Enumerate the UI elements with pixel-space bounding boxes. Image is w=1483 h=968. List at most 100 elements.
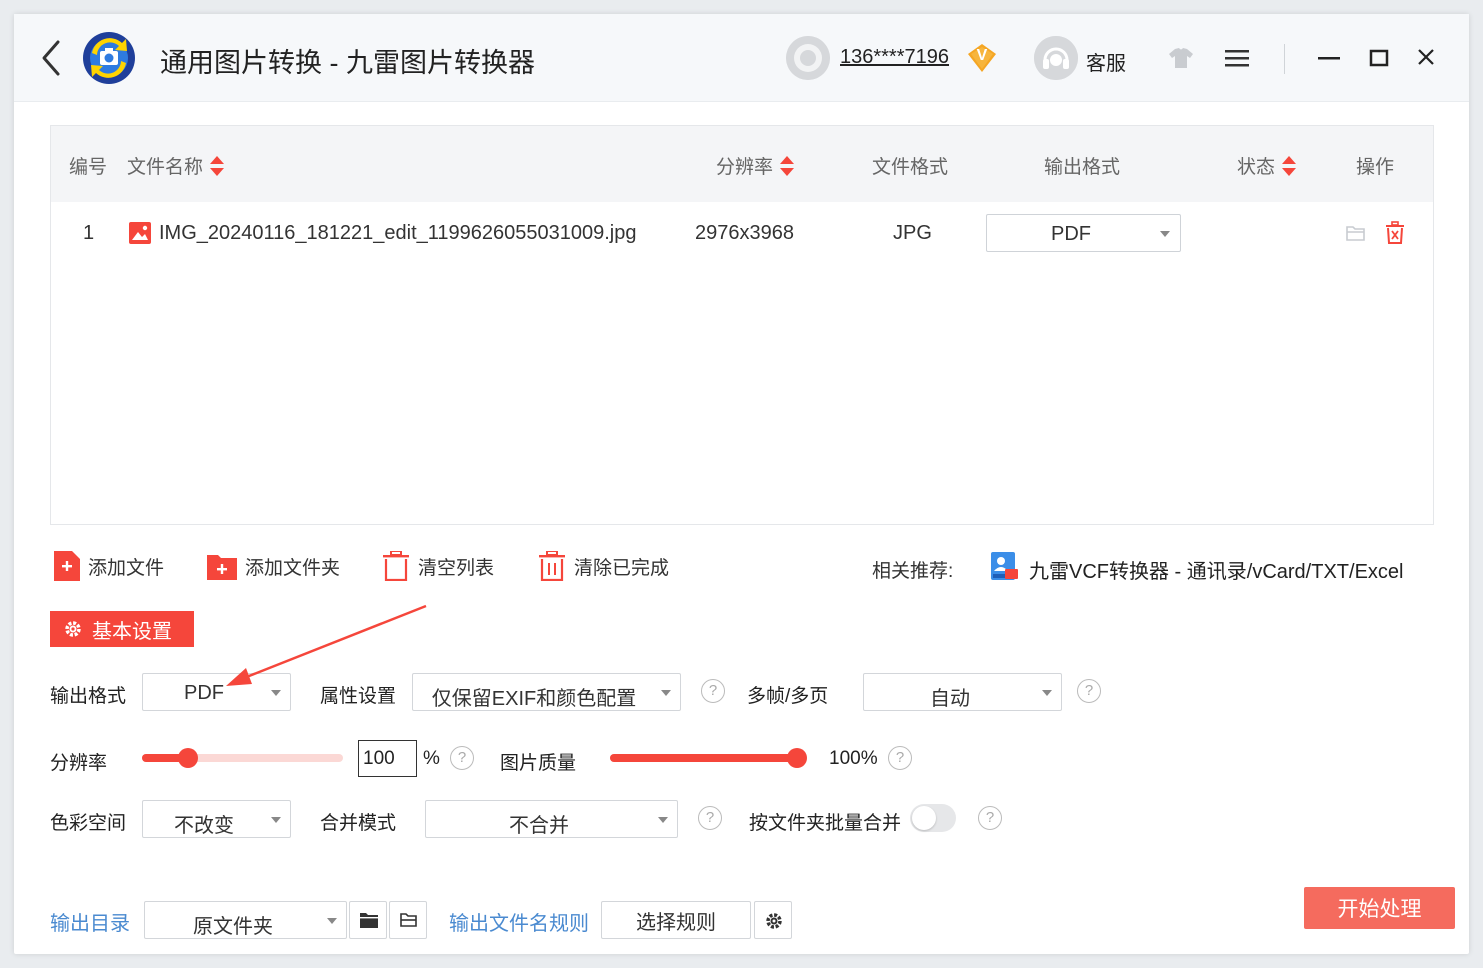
close-icon	[1418, 49, 1434, 65]
user-phone[interactable]: 136****7196	[840, 46, 949, 69]
chevron-down-icon	[271, 690, 281, 696]
vip-badge: V	[966, 42, 998, 74]
help-icon[interactable]: ?	[978, 806, 1002, 830]
filename-rule-label[interactable]: 输出文件名规则	[449, 907, 589, 936]
header-resolution[interactable]: 分辨率	[716, 152, 795, 179]
chevron-down-icon	[1160, 231, 1170, 237]
vcf-app-icon[interactable]	[989, 551, 1019, 581]
row-resolution: 2976x3968	[695, 222, 794, 244]
menu-button[interactable]	[1222, 44, 1252, 72]
select-rule-button[interactable]: 选择规则	[601, 901, 751, 939]
quality-slider-fill	[610, 754, 797, 762]
back-button[interactable]	[38, 38, 68, 78]
row-file-format: JPG	[893, 222, 932, 244]
gear-icon	[766, 913, 782, 929]
chevron-down-icon	[658, 817, 668, 823]
open-folder-icon[interactable]	[1345, 222, 1367, 244]
recommend-link[interactable]: 九雷VCF转换器 - 通讯录/vCard/TXT/Excel	[1029, 555, 1403, 584]
header-index-label: 编号	[69, 157, 108, 178]
clear-list-label: 清空列表	[418, 557, 495, 579]
hamburger-menu-icon	[1225, 50, 1249, 67]
resolution-slider-track[interactable]	[142, 754, 343, 762]
batch-merge-label: 按文件夹批量合并	[749, 813, 902, 834]
output-format-label: 输出格式	[50, 686, 127, 707]
clear-completed-label: 清除已完成	[574, 557, 670, 579]
multiframe-value: 自动	[930, 688, 970, 710]
header-resolution-label: 分辨率	[716, 157, 774, 178]
vip-badge-label: V	[976, 47, 988, 64]
trash-icon[interactable]	[1384, 221, 1406, 245]
resolution-input[interactable]	[358, 740, 417, 777]
table-row[interactable]: 1 IMG_20240116_181221_edit_1199626055031…	[51, 202, 1433, 264]
header-filename[interactable]: 文件名称	[127, 152, 225, 179]
image-file-icon	[129, 222, 151, 244]
clear-completed-button[interactable]: 清除已完成	[538, 550, 669, 582]
add-file-label: 添加文件	[88, 557, 165, 579]
header-filename-label: 文件名称	[127, 157, 204, 178]
camera-logo-icon	[83, 32, 135, 84]
user-icon	[786, 36, 830, 80]
quality-slider-track[interactable]	[610, 754, 797, 762]
row-filename: IMG_20240116_181221_edit_119962605503100…	[159, 222, 637, 244]
output-directory-label[interactable]: 输出目录	[50, 907, 130, 936]
output-directory-select[interactable]: 原文件夹	[144, 901, 347, 939]
maximize-icon	[1369, 49, 1389, 67]
open-output-folder-button[interactable]	[389, 901, 427, 939]
minimize-icon	[1318, 57, 1340, 60]
add-file-button[interactable]: 添加文件	[54, 550, 164, 582]
colorspace-select[interactable]: 不改变	[142, 800, 291, 838]
help-icon[interactable]: ?	[888, 746, 912, 770]
image-quality-value: 100%	[829, 748, 878, 769]
support-label[interactable]: 客服	[1086, 47, 1126, 76]
browse-folder-button[interactable]	[349, 901, 387, 939]
basic-settings-label: 基本设置	[92, 620, 172, 643]
header-status[interactable]: 状态	[1237, 152, 1297, 179]
row-output-format-select[interactable]: PDF	[986, 214, 1181, 252]
support-avatar[interactable]	[1034, 36, 1078, 80]
header-index: 编号	[69, 152, 107, 179]
output-format-select[interactable]: PDF	[142, 673, 291, 711]
row-output-format-value: PDF	[1051, 223, 1091, 245]
tshirt-icon	[1169, 48, 1193, 68]
multiframe-select[interactable]: 自动	[863, 673, 1062, 711]
close-button[interactable]	[1411, 44, 1441, 72]
sort-icon[interactable]	[209, 155, 225, 177]
add-folder-icon	[207, 555, 237, 580]
add-folder-button[interactable]: 添加文件夹	[207, 550, 340, 582]
help-icon[interactable]: ?	[701, 679, 725, 703]
merge-mode-select[interactable]: 不合并	[425, 800, 678, 838]
batch-merge-toggle[interactable]	[910, 804, 956, 832]
help-icon[interactable]: ?	[698, 806, 722, 830]
title-bar: 通用图片转换 - 九雷图片转换器 136****7196 V 客服	[14, 14, 1469, 102]
attribute-settings-select[interactable]: 仅保留EXIF和颜色配置	[412, 673, 681, 711]
chevron-down-icon	[327, 918, 337, 924]
skin-button[interactable]	[1166, 44, 1196, 72]
sort-icon[interactable]	[779, 155, 795, 177]
open-folder-icon	[400, 913, 417, 927]
minimize-button[interactable]	[1314, 44, 1344, 72]
chevron-down-icon	[661, 690, 671, 696]
app-logo	[82, 31, 136, 85]
help-icon[interactable]: ?	[450, 746, 474, 770]
merge-mode-label: 合并模式	[320, 813, 397, 834]
help-icon[interactable]: ?	[1077, 679, 1101, 703]
rule-settings-button[interactable]	[754, 901, 792, 939]
start-processing-button[interactable]: 开始处理	[1304, 887, 1455, 929]
gear-icon	[65, 621, 81, 637]
basic-settings-tab[interactable]: 基本设置	[50, 611, 194, 647]
maximize-button[interactable]	[1364, 44, 1394, 72]
quality-slider-thumb[interactable]	[787, 748, 807, 768]
toggle-knob	[912, 806, 936, 830]
attribute-settings-value: 仅保留EXIF和颜色配置	[431, 688, 637, 710]
chevron-left-icon	[42, 40, 60, 76]
recommend-label: 相关推荐:	[872, 561, 954, 582]
sort-icon[interactable]	[1281, 155, 1297, 177]
headset-icon	[1034, 36, 1078, 80]
chevron-down-icon	[1042, 690, 1052, 696]
file-table: 编号 文件名称 分辨率 文件格式 输出格式 状态 操作 1 IMG_202401…	[50, 125, 1434, 525]
resolution-slider-thumb[interactable]	[178, 748, 199, 768]
user-avatar[interactable]	[786, 36, 830, 80]
clear-list-button[interactable]: 清空列表	[382, 550, 494, 582]
app-title: 通用图片转换 - 九雷图片转换器	[160, 48, 535, 78]
header-action-label: 操作	[1356, 157, 1395, 178]
